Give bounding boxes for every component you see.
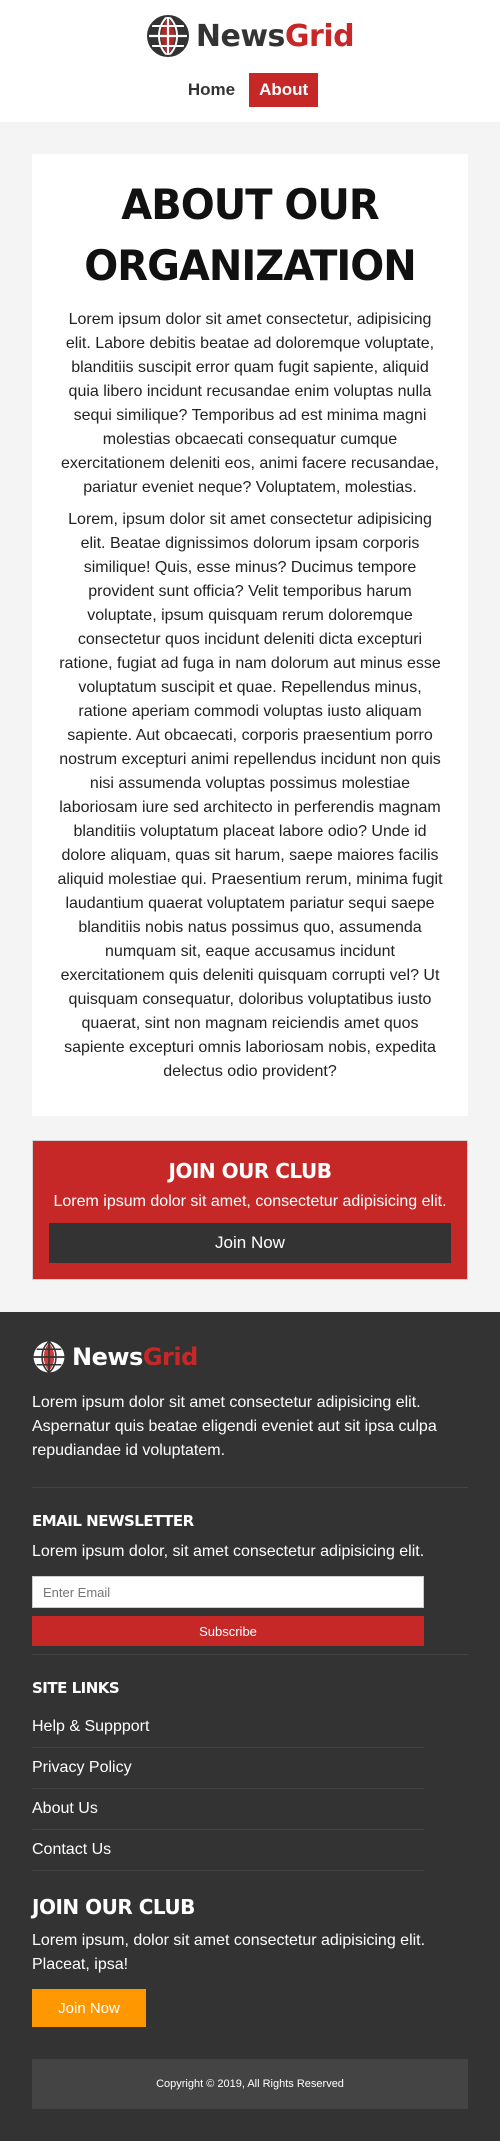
newsletter-section: Email Newsletter Lorem ipsum dolor, sit … <box>32 1488 468 1646</box>
site-links-section: Site Links Help & Suppport Privacy Polic… <box>32 1654 468 1871</box>
list-item: Contact Us <box>32 1830 424 1871</box>
main-nav: Home About <box>0 73 500 107</box>
footer-club-title: Join Our Club <box>32 1895 195 1919</box>
join-club-title: Join Our Club <box>168 1159 332 1183</box>
site-links-title: Site Links <box>32 1679 120 1697</box>
footer-join-now-button[interactable]: Join Now <box>32 1989 146 2027</box>
footer-club-section: Join Our Club Lorem ipsum, dolor sit ame… <box>32 1871 468 2027</box>
copyright-text: Copyright © 2019, All Rights Reserved <box>156 2078 344 2090</box>
newsletter-title: Email Newsletter <box>32 1512 194 1530</box>
logo-text: NewsGrid <box>195 18 355 54</box>
article-paragraph: Lorem ipsum dolor sit amet consectetur, … <box>61 311 439 496</box>
list-item: About Us <box>32 1789 424 1830</box>
link-help-support[interactable]: Help & Suppport <box>32 1718 149 1735</box>
site-links-list: Help & Suppport Privacy Policy About Us … <box>32 1707 424 1871</box>
logo[interactable]: NewsGrid <box>146 14 355 58</box>
join-club-box: Join Our Club Lorem ipsum dolor sit amet… <box>32 1140 468 1280</box>
link-about-us[interactable]: About Us <box>32 1800 98 1817</box>
site-footer: NewsGrid Lorem ipsum dolor sit amet cons… <box>0 1312 500 2141</box>
footer-logo[interactable]: NewsGrid <box>32 1340 198 1374</box>
newsletter-text: Lorem ipsum dolor, sit amet consectetur … <box>32 1543 425 1560</box>
footer-club-text: Lorem ipsum, dolor sit amet consectetur … <box>32 1932 426 1973</box>
subscribe-button[interactable]: Subscribe <box>32 1616 424 1646</box>
email-input[interactable] <box>32 1576 424 1608</box>
article-paragraph: Lorem, ipsum dolor sit amet consectetur … <box>57 511 443 1080</box>
list-item: Privacy Policy <box>32 1748 424 1789</box>
join-club-text: Lorem ipsum dolor sit amet, consectetur … <box>53 1193 447 1210</box>
copyright-bar: Copyright © 2019, All Rights Reserved <box>32 2059 468 2109</box>
about-article: About Our Organization Lorem ipsum dolor… <box>32 154 468 1116</box>
list-item: Help & Suppport <box>32 1707 424 1748</box>
site-header: NewsGrid Home About <box>0 0 500 122</box>
globe-icon <box>33 1340 65 1374</box>
footer-logo-text: NewsGrid <box>72 1343 198 1371</box>
nav-home[interactable]: Home <box>182 73 241 107</box>
nav-about[interactable]: About <box>249 73 319 107</box>
page-title: About Our Organization <box>84 181 416 291</box>
join-now-button[interactable]: Join Now <box>49 1223 451 1263</box>
link-privacy-policy[interactable]: Privacy Policy <box>32 1759 132 1776</box>
link-contact-us[interactable]: Contact Us <box>32 1841 111 1858</box>
main-content: About Our Organization Lorem ipsum dolor… <box>0 122 500 1312</box>
globe-icon <box>146 15 189 57</box>
footer-about-text: Lorem ipsum dolor sit amet consectetur a… <box>32 1391 468 1488</box>
